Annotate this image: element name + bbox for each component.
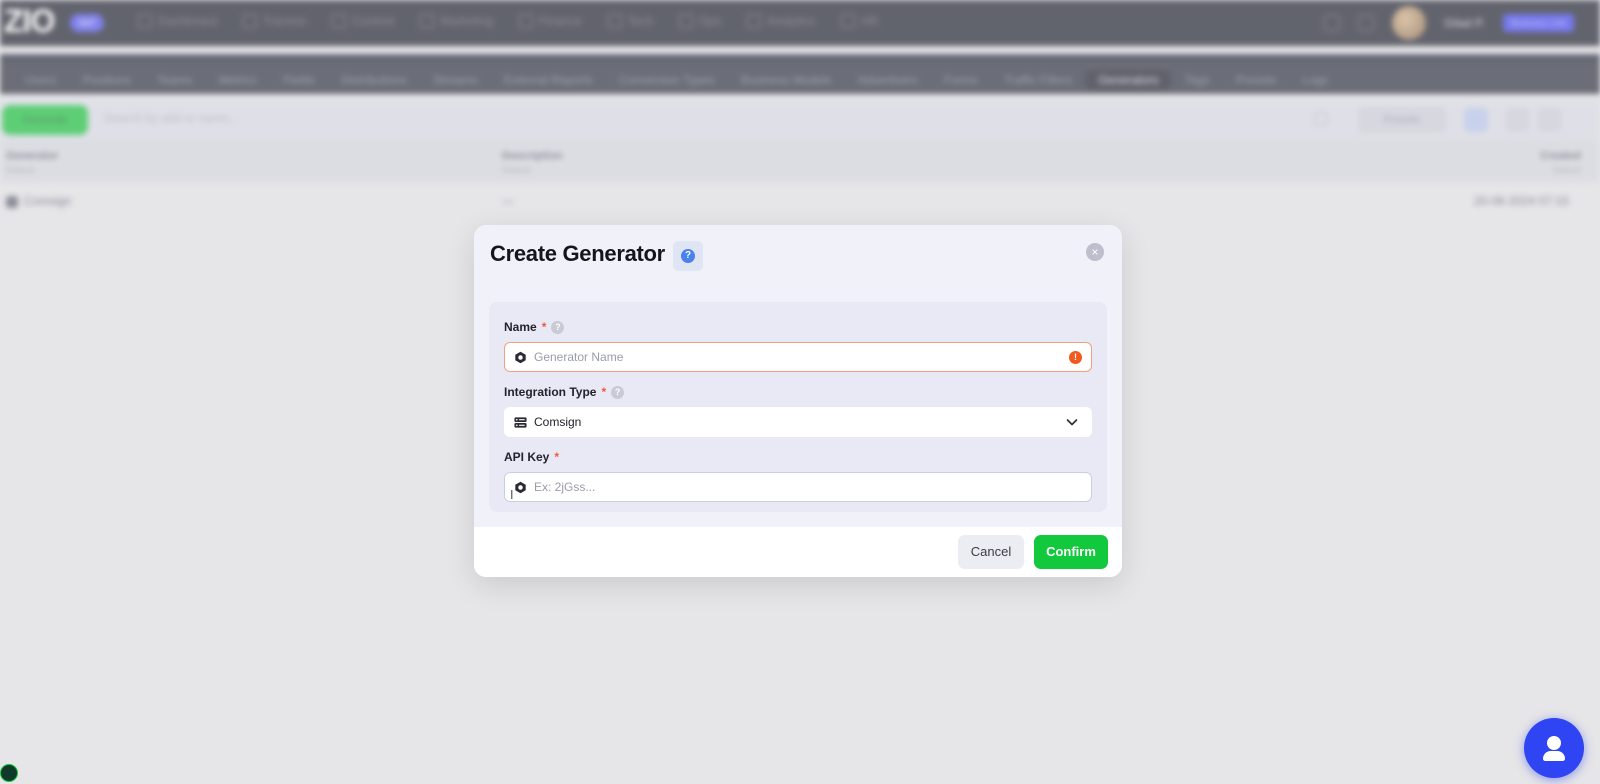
integration-type-value: Comsign xyxy=(534,415,582,429)
api-key-label: API Key * xyxy=(504,450,560,464)
integration-type-label: Integration Type * ? xyxy=(504,385,625,399)
required-asterisk: * xyxy=(541,320,547,334)
server-icon xyxy=(514,416,527,428)
dialog-title: Create Generator xyxy=(490,241,665,266)
integration-type-help-icon[interactable]: ? xyxy=(611,385,625,399)
help-button[interactable]: ? xyxy=(673,241,703,271)
name-help-icon[interactable]: ? xyxy=(551,320,565,334)
dialog-header: Create Generator ? × xyxy=(474,225,1122,287)
required-asterisk: * xyxy=(554,450,560,464)
name-field[interactable]: ! xyxy=(504,342,1092,372)
name-label: Name * ? xyxy=(504,320,565,334)
dialog-footer: Cancel Confirm xyxy=(474,527,1122,577)
question-icon: ? xyxy=(681,249,695,263)
required-asterisk: * xyxy=(601,385,607,399)
text-cursor-icon: I xyxy=(510,488,514,502)
hexagon-icon xyxy=(515,351,526,363)
dialog-form: Name * ? ! Integration Type * ? xyxy=(489,302,1107,512)
cancel-button[interactable]: Cancel xyxy=(958,535,1024,569)
confirm-button[interactable]: Confirm xyxy=(1034,535,1108,569)
support-chat-button[interactable] xyxy=(1524,718,1584,778)
error-icon: ! xyxy=(1069,350,1082,364)
api-key-field[interactable] xyxy=(504,472,1092,502)
integration-type-select[interactable]: Comsign xyxy=(504,407,1092,437)
name-input[interactable] xyxy=(534,344,1069,370)
close-button[interactable]: × xyxy=(1086,243,1104,261)
api-key-input[interactable] xyxy=(534,474,1091,500)
chevron-down-icon xyxy=(1066,419,1078,426)
status-corner-icon[interactable] xyxy=(0,764,18,782)
create-generator-dialog: Create Generator ? × Name * ? ! Integrat… xyxy=(474,225,1122,577)
